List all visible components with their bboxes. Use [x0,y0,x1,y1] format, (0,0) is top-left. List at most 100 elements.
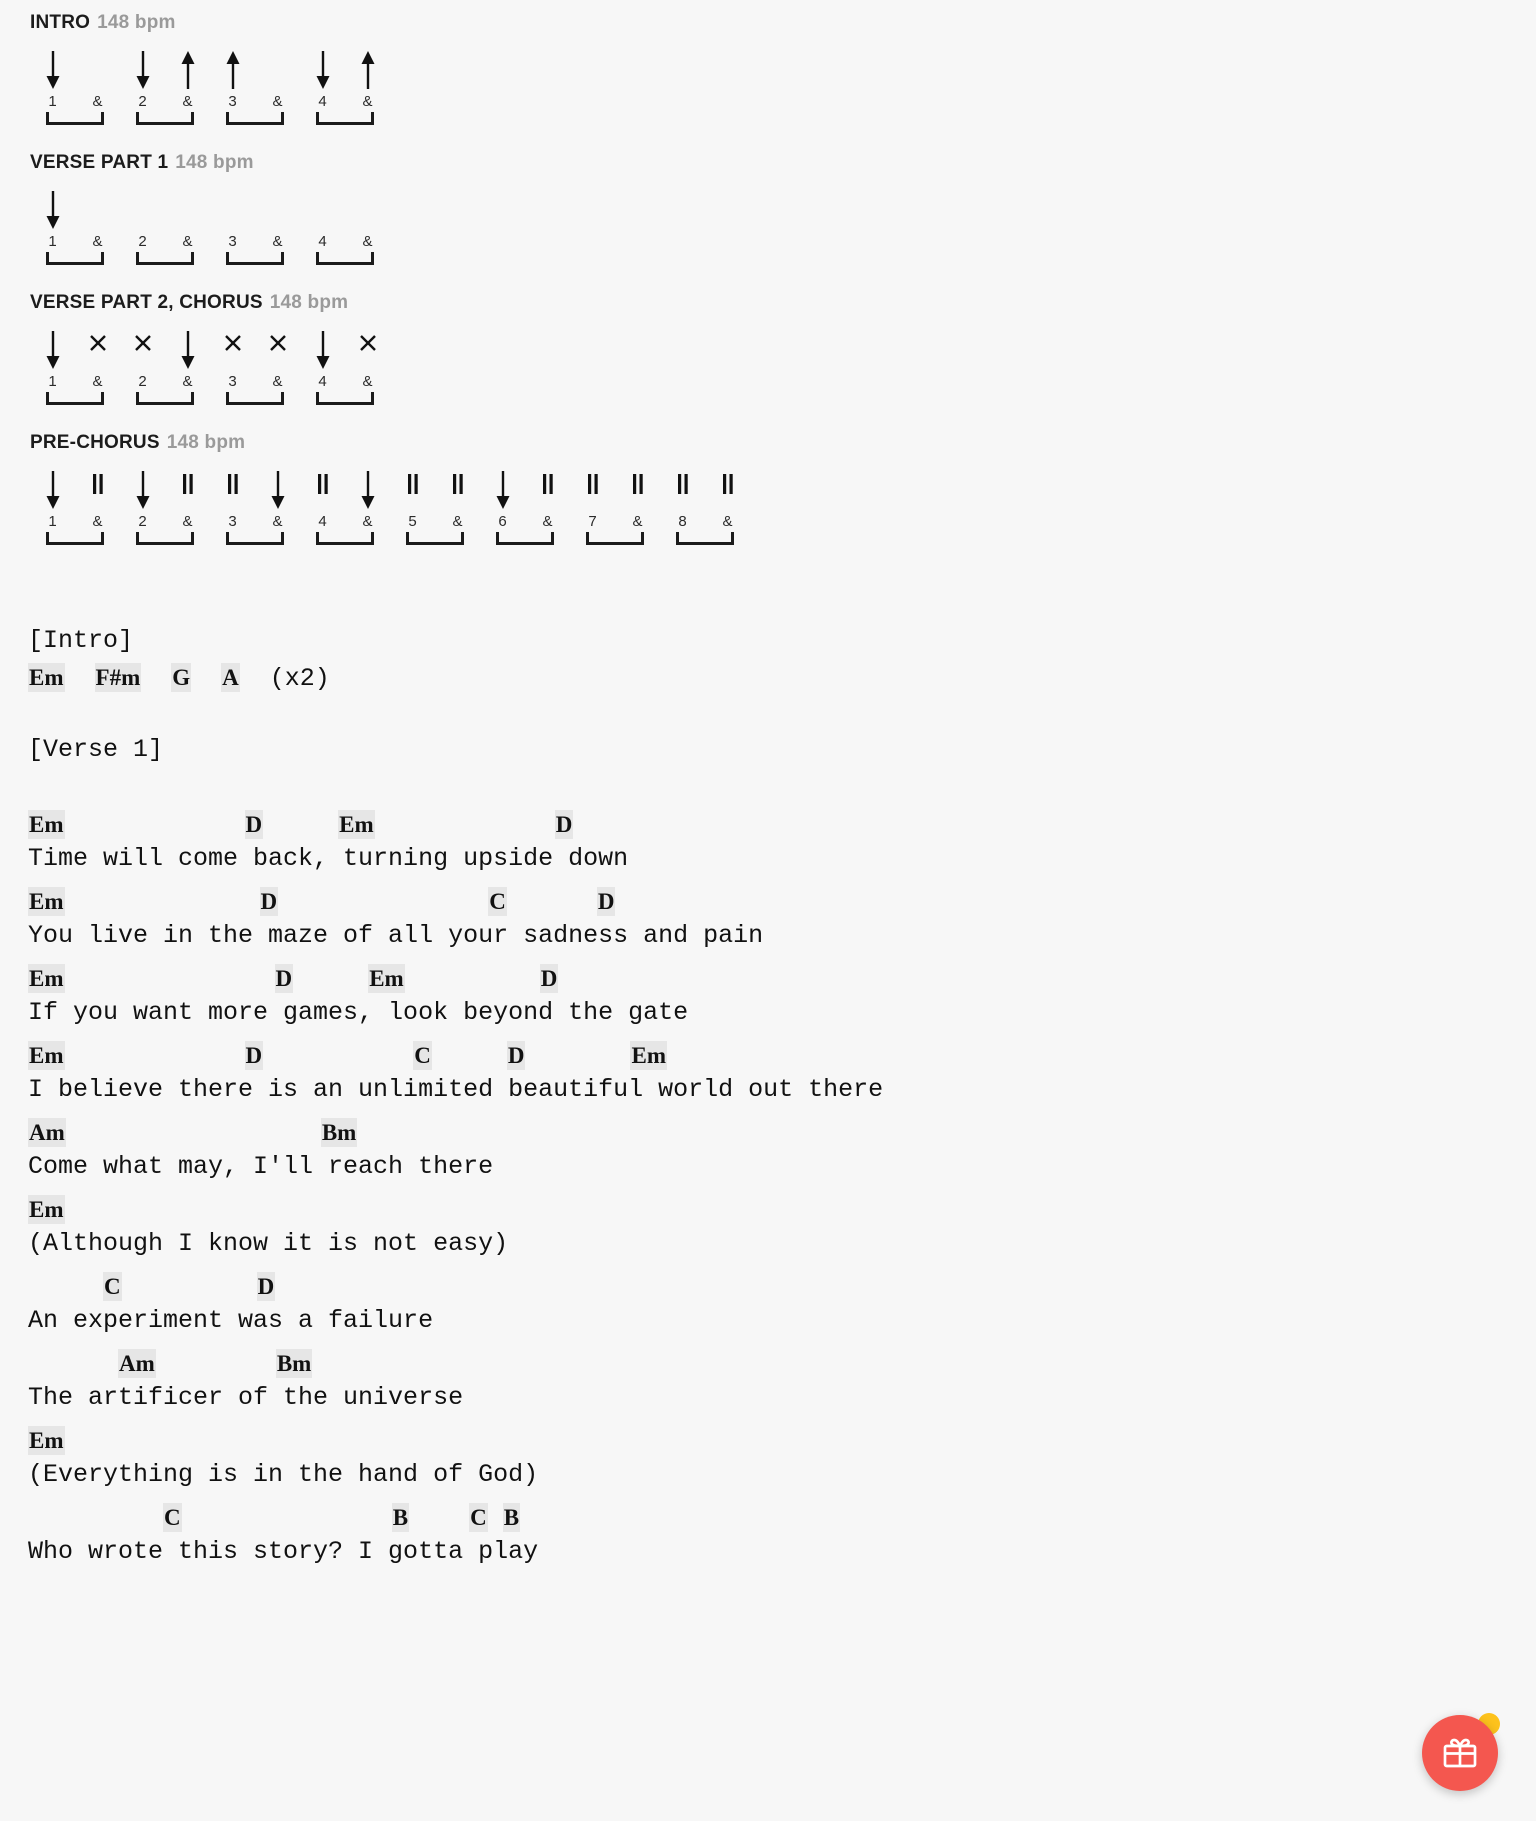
chord-line: Am Bm [28,1349,1536,1385]
strum-grid: 1 & 2 & 3 & 4 & 5 & 6 & 7 & 8 & [30,468,750,554]
beat-label: 6 [498,512,507,530]
beat-bracket-row [30,532,750,554]
strum-none-icon [165,190,210,230]
strum-rest-icon [570,470,615,510]
beat-label: & [272,92,283,110]
beat-label: 4 [318,92,327,110]
beat-label: 3 [228,372,237,390]
strum-none-icon [210,190,255,230]
chord: B [502,1503,521,1532]
beat-label: & [362,372,373,390]
chord-line: C B C B [28,1503,1536,1539]
beat-count-row: 1 & 2 & 3 & 4 & 5 & 6 & 7 & 8 & [30,510,750,532]
chord: A [221,663,240,692]
strum-rest-icon [705,470,750,510]
strum-none-icon [255,190,300,230]
strum-up-icon [345,50,390,90]
strum-rest-icon [525,470,570,510]
strumming-patterns: INTRO 148 bpm 1 & 2 & 3 & 4 & VERSE PART 1 148 bpm 1… [0,0,1536,554]
beat-bracket [120,392,210,405]
strum-arrow-row [30,48,390,90]
chord-line: Em D C D Em [28,1041,1536,1077]
beat-label: 3 [228,232,237,250]
strum-down-icon [255,470,300,510]
chord-line: Em D Em D [28,964,1536,1000]
beat-bracket [300,252,390,265]
chord: Em [28,887,65,916]
strum-down-icon [30,50,75,90]
lyric-line: The artificer of the universe [28,1383,464,1412]
lyric-line: An experiment was a failure [28,1306,434,1335]
beat-label: 2 [138,92,147,110]
strum-rest-icon [300,470,345,510]
strum-down-icon [165,330,210,370]
beat-label: & [272,372,283,390]
pattern-bpm: 148 bpm [166,432,246,453]
strum-up-icon [210,50,255,90]
strum-down-icon [30,190,75,230]
beat-label: 1 [48,372,57,390]
strum-mute-icon [255,330,300,370]
beat-count-row: 1 & 2 & 3 & 4 & [30,370,390,392]
strum-grid: 1 & 2 & 3 & 4 & [30,188,390,274]
beat-label: & [362,232,373,250]
chord: G [171,663,192,692]
chord: D [596,887,616,916]
chord: Em [28,663,65,692]
beat-label: 3 [228,92,237,110]
chord: F#m [94,663,142,692]
gift-button[interactable] [1422,1715,1498,1791]
beat-label: 2 [138,512,147,530]
pattern-title: VERSE PART 1 148 bpm [30,152,1536,174]
beat-bracket [30,392,120,405]
strum-down-icon [300,330,345,370]
chord-sheet-page: INTRO 148 bpm 1 & 2 & 3 & 4 & VERSE PART 1 148 bpm 1… [0,0,1536,1821]
beat-label: 1 [48,232,57,250]
strum-down-icon [300,50,345,90]
lyric-line: Come what may, I'll reach there [28,1152,494,1181]
beat-label: & [182,92,193,110]
beat-label: & [542,512,553,530]
chord: Em [28,964,65,993]
lyric-line: If you want more games, look beyond the … [28,998,689,1027]
chord: Bm [275,1349,313,1378]
beat-bracket [120,112,210,125]
beat-bracket [300,392,390,405]
lyric-line: You live in the maze of all your sadness… [28,921,764,950]
strum-down-icon [120,470,165,510]
chord: D [274,964,294,993]
pattern-name: PRE-CHORUS [30,432,160,453]
chord: D [244,810,264,839]
strum-up-icon [165,50,210,90]
strum-down-icon [480,470,525,510]
beat-label: 8 [678,512,687,530]
beat-label: & [92,232,103,250]
lyric-line: Time will come back, turning upside down [28,844,629,873]
pattern-title: VERSE PART 2, CHORUS 148 bpm [30,292,1536,314]
strum-mute-icon [345,330,390,370]
lyric-line: I believe there is an unlimited beautifu… [28,1075,884,1104]
beat-label: 2 [138,372,147,390]
chord: C [163,1503,182,1532]
lyric-line: Who wrote this story? I gotta play [28,1537,539,1566]
beat-bracket [390,532,480,545]
chord: Em [630,1041,667,1070]
chord: Em [28,1195,65,1224]
pattern-name: VERSE PART 2, CHORUS [30,292,263,313]
chord: B [391,1503,410,1532]
chord-line: C D [28,1272,1536,1308]
beat-label: & [722,512,733,530]
beat-label: 4 [318,512,327,530]
pattern-name: VERSE PART 1 [30,152,169,173]
beat-label: 4 [318,372,327,390]
chord: Em [338,810,375,839]
chord: D [554,810,574,839]
strum-none-icon [255,50,300,90]
beat-bracket-row [30,112,390,134]
beat-bracket [30,532,120,545]
strum-mute-icon [210,330,255,370]
strum-down-icon [30,470,75,510]
strum-none-icon [75,190,120,230]
chord-line: Em [28,1195,1536,1231]
